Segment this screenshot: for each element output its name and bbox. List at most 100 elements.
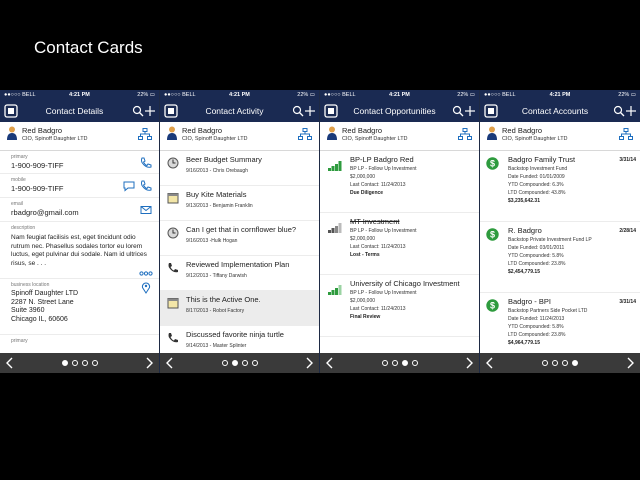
activity-item[interactable]: Buy Kite Materials 9/13/2013 - Benjamin … bbox=[160, 186, 319, 221]
account-ytd: YTD Compounded: 5.8% bbox=[508, 253, 564, 259]
business-location-field[interactable]: business location Spinoff Daughter LTD 2… bbox=[0, 279, 159, 335]
account-ytd: YTD Compounded: 5.8% bbox=[508, 324, 564, 330]
page-dot[interactable] bbox=[562, 360, 568, 366]
secondary-field[interactable]: primary bbox=[0, 335, 159, 349]
field-label: email bbox=[11, 201, 23, 207]
page-dot[interactable] bbox=[251, 360, 258, 366]
svg-text:$: $ bbox=[490, 230, 495, 240]
account-ytd: YTD Compounded: 6.3% bbox=[508, 182, 564, 188]
chevron-right-icon[interactable] bbox=[144, 357, 154, 369]
page-dot[interactable] bbox=[552, 360, 558, 366]
page-dot[interactable] bbox=[401, 360, 408, 366]
account-item[interactable]: $ Badgro Family Trust 3/31/14 Backstop I… bbox=[480, 151, 640, 222]
phone-icon bbox=[168, 333, 178, 343]
dollar-icon: $ bbox=[486, 228, 499, 241]
opportunity-title: University of Chicago Investment bbox=[350, 279, 460, 288]
add-icon[interactable] bbox=[625, 105, 637, 117]
app-logo-icon[interactable] bbox=[483, 103, 499, 119]
description-field[interactable]: description Nam feugiat facilisis est, e… bbox=[0, 222, 159, 279]
account-item[interactable]: $ Badgro - BPI 3/31/14 Backstop Partners… bbox=[480, 293, 640, 353]
app-logo-icon[interactable] bbox=[323, 103, 339, 119]
phone-icon[interactable] bbox=[140, 180, 152, 192]
chevron-right-icon[interactable] bbox=[464, 357, 474, 369]
mobile-phone-field[interactable]: mobile 1-900-909-TIFF bbox=[0, 174, 159, 198]
org-chart-icon[interactable] bbox=[138, 128, 152, 140]
activity-title: Can I get that in cornflower blue? bbox=[186, 225, 297, 234]
activity-item[interactable]: Reviewed Implementation Plan 9/12/2013 -… bbox=[160, 256, 319, 291]
opportunity-stage: BP LP - Follow Up Investment bbox=[350, 228, 417, 234]
page-dot[interactable] bbox=[71, 360, 78, 366]
page-dot[interactable] bbox=[61, 360, 68, 366]
phone-icon[interactable] bbox=[140, 157, 152, 169]
opportunity-title: BP-LP Badgro Red bbox=[350, 155, 414, 164]
page-indicator[interactable] bbox=[160, 360, 319, 366]
page-indicator[interactable] bbox=[0, 360, 159, 366]
nav-title: Contact Details bbox=[45, 106, 104, 116]
search-icon[interactable] bbox=[452, 105, 464, 117]
app-logo-icon[interactable] bbox=[3, 103, 19, 119]
add-icon[interactable] bbox=[304, 105, 316, 117]
page-dot[interactable] bbox=[411, 360, 418, 366]
org-chart-icon[interactable] bbox=[298, 128, 312, 140]
page-dot[interactable] bbox=[81, 360, 88, 366]
search-icon[interactable] bbox=[292, 105, 304, 117]
app-logo-icon[interactable] bbox=[163, 103, 179, 119]
opportunity-item[interactable]: BP-LP Badgro Red BP LP - Follow Up Inves… bbox=[320, 151, 479, 213]
page-dot[interactable] bbox=[231, 360, 238, 366]
activity-item[interactable]: Can I get that in cornflower blue? 9/16/… bbox=[160, 221, 319, 256]
page-dot[interactable] bbox=[572, 360, 578, 366]
search-icon[interactable] bbox=[132, 105, 144, 117]
nav-title: Contact Accounts bbox=[521, 106, 589, 116]
status-bar: ●●○○○ BELL 4:21 PM 22% ▭ bbox=[480, 90, 640, 100]
calendar-icon bbox=[167, 298, 179, 309]
activity-date: 9/13/2013 bbox=[186, 203, 209, 209]
page-dot[interactable] bbox=[381, 360, 388, 366]
page-indicator[interactable] bbox=[320, 360, 479, 366]
add-icon[interactable] bbox=[144, 105, 156, 117]
mail-icon[interactable] bbox=[140, 204, 152, 216]
status-bar: ●●○○○ BELL 4:21 PM 22% ▭ bbox=[320, 90, 479, 100]
opportunity-amount: $2,000,000 bbox=[350, 298, 376, 304]
activity-item-selected[interactable]: This is the Active One. 8/17/2013 - Robo… bbox=[160, 291, 319, 326]
bottom-toolbar bbox=[0, 353, 159, 373]
contact-activity-screen: ●●○○○ BELL 4:21 PM 22% ▭ Contact Activit… bbox=[160, 90, 320, 373]
add-icon[interactable] bbox=[464, 105, 476, 117]
page-indicator[interactable] bbox=[480, 360, 640, 366]
activity-item[interactable]: Beer Budget Summary 9/16/2013 - Chris Or… bbox=[160, 151, 319, 186]
opportunity-item[interactable]: MT Investment BP LP - Follow Up Investme… bbox=[320, 213, 479, 275]
person-icon bbox=[167, 126, 177, 140]
page-dot[interactable] bbox=[542, 360, 548, 366]
opportunity-item[interactable]: University of Chicago Investment BP LP -… bbox=[320, 275, 479, 337]
org-chart-icon[interactable] bbox=[619, 128, 633, 140]
battery-indicator: 22% ▭ bbox=[137, 92, 155, 98]
more-icon[interactable] bbox=[139, 271, 153, 276]
chevron-right-icon[interactable] bbox=[304, 357, 314, 369]
org-chart-icon[interactable] bbox=[458, 128, 472, 140]
location-pin-icon[interactable] bbox=[140, 282, 152, 294]
chat-icon[interactable] bbox=[123, 180, 135, 192]
email-field[interactable]: email rbadgro@gmail.com bbox=[0, 198, 159, 222]
account-fund: Backstop Investment Fund bbox=[508, 166, 568, 172]
activity-item[interactable]: Discussed favorite ninja turtle 9/14/201… bbox=[160, 326, 319, 353]
primary-phone-field[interactable]: primary 1-900-909-TIFF bbox=[0, 151, 159, 174]
page-dot[interactable] bbox=[391, 360, 398, 366]
calendar-icon bbox=[167, 193, 179, 204]
activity-title: Beer Budget Summary bbox=[186, 155, 262, 164]
chevron-right-icon[interactable] bbox=[625, 357, 635, 369]
page-dot[interactable] bbox=[91, 360, 98, 366]
activity-list: Beer Budget Summary 9/16/2013 - Chris Or… bbox=[160, 151, 319, 353]
bottom-toolbar bbox=[320, 353, 479, 373]
activity-date: 8/17/2013 bbox=[186, 308, 209, 314]
nav-bar: Contact Details bbox=[0, 100, 159, 122]
stage-steps-icon bbox=[328, 161, 342, 171]
stage-steps-icon bbox=[328, 285, 342, 295]
page-dot[interactable] bbox=[241, 360, 248, 366]
accounts-list: $ Badgro Family Trust 3/31/14 Backstop I… bbox=[480, 151, 640, 353]
nav-title: Contact Opportunities bbox=[353, 106, 436, 116]
account-date: 3/31/14 bbox=[619, 299, 636, 305]
page-dot[interactable] bbox=[221, 360, 228, 366]
activity-date: 9/12/2013 bbox=[186, 273, 209, 279]
status-bar: ●●○○○ BELL 4:21 PM 22% ▭ bbox=[0, 90, 159, 100]
account-item[interactable]: $ R. Badgro 2/28/14 Backstop Private Inv… bbox=[480, 222, 640, 293]
search-icon[interactable] bbox=[613, 105, 625, 117]
